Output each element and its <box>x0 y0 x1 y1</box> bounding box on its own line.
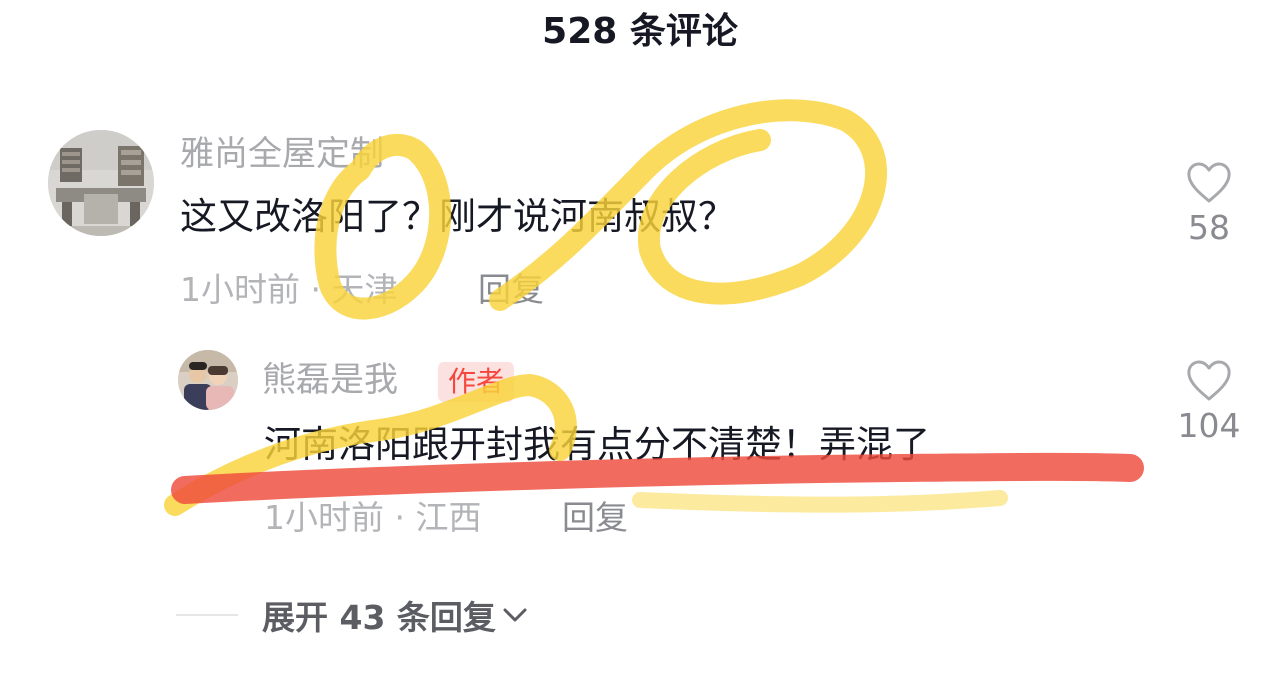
reply-like-count: 104 <box>1177 406 1241 445</box>
comment-text: 这又改洛阳了？刚才说河南叔叔？ <box>180 195 735 238</box>
comments-count-title: 528 条评论 <box>542 11 738 52</box>
chevron-down-icon[interactable] <box>502 606 528 624</box>
heart-outline-icon[interactable] <box>1186 162 1232 204</box>
like-group: 58 <box>1154 162 1264 248</box>
reply-reply-button[interactable]: 回复 <box>562 496 628 540</box>
comment-time-location: 1小时前 · 天津 <box>180 270 398 309</box>
yellow-tail <box>632 490 1008 513</box>
reply-like-group: 104 <box>1154 360 1264 446</box>
avatar-image <box>48 130 154 236</box>
author-badge: 作者 <box>438 362 515 402</box>
like-count: 58 <box>1188 208 1230 247</box>
expand-replies-button[interactable]: 展开 43 条回复 <box>262 591 496 639</box>
expand-replies-row[interactable]: 展开 43 条回复 <box>176 590 528 640</box>
expand-divider <box>176 614 238 616</box>
reply-avatar[interactable] <box>178 350 238 410</box>
comment-username[interactable]: 雅尚全屋定制 <box>180 132 384 176</box>
avatar[interactable] <box>48 130 154 236</box>
red-underline <box>171 452 1144 504</box>
reply-username[interactable]: 熊磊是我 <box>262 358 398 402</box>
reply-avatar-image <box>178 350 238 410</box>
reply-text: 河南洛阳跟开封我有点分不清楚！弄混了 <box>264 423 930 466</box>
highlighter-annotations <box>164 99 1144 516</box>
heart-outline-icon[interactable] <box>1186 360 1232 402</box>
reply-time-location: 1小时前 · 江西 <box>264 498 482 537</box>
reply-button[interactable]: 回复 <box>478 268 544 312</box>
